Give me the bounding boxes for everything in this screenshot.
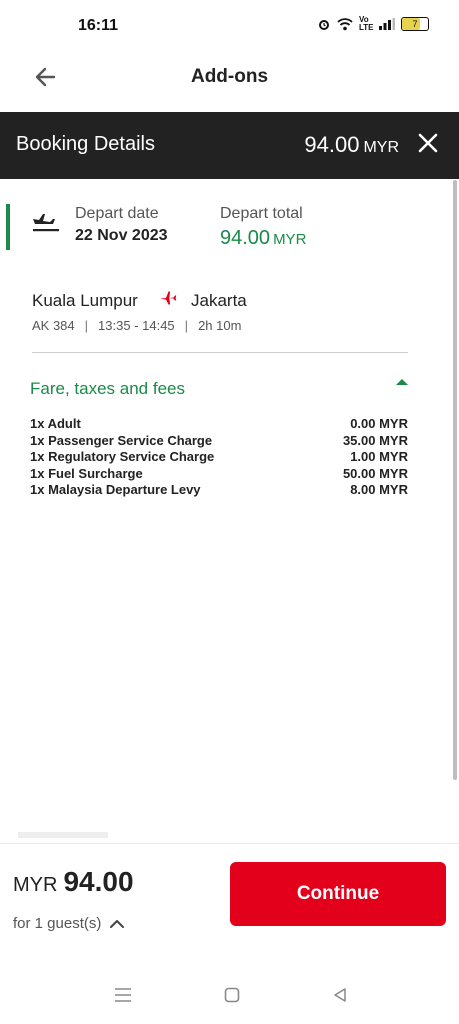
meta-separator: |: [84, 318, 89, 333]
footer-total: MYR 94.00: [13, 866, 134, 898]
fee-list: 1x Adult 0.00 MYR 1x Passenger Service C…: [30, 416, 408, 499]
fee-amount: 1.00 MYR: [350, 449, 408, 465]
footer-currency: MYR: [13, 874, 58, 896]
battery-icon: 7: [401, 17, 429, 31]
depart-total-currency: MYR: [273, 231, 307, 248]
fee-row: 1x Passenger Service Charge 35.00 MYR: [30, 433, 408, 450]
fee-label: 1x Fuel Surcharge: [30, 465, 143, 481]
origin-city: Kuala Lumpur: [32, 291, 138, 310]
continue-button[interactable]: Continue: [230, 862, 446, 926]
fee-row: 1x Fuel Surcharge 50.00 MYR: [30, 466, 408, 483]
destination-city: Jakarta: [191, 291, 247, 310]
fee-amount: 0.00 MYR: [350, 416, 408, 431]
depart-date-label: Depart date: [75, 205, 159, 222]
nav-home-icon[interactable]: [224, 987, 240, 1003]
meta-separator: |: [184, 318, 189, 333]
booking-details-title: Booking Details: [16, 133, 155, 155]
fee-row: 1x Malaysia Departure Levy 8.00 MYR: [30, 482, 408, 499]
alarm-icon: [319, 20, 329, 30]
signal-icon: [379, 18, 395, 30]
chevron-up-icon[interactable]: [109, 919, 125, 929]
fee-row: 1x Adult 0.00 MYR: [30, 416, 408, 433]
status-icons: Vo LTE 7: [317, 16, 429, 32]
footer-amount: 94.00: [63, 866, 134, 897]
depart-date-value: 22 Nov 2023: [75, 227, 168, 244]
volte-icon: Vo LTE: [359, 15, 374, 32]
fee-row: 1x Regulatory Service Charge 1.00 MYR: [30, 449, 408, 466]
nav-back-icon[interactable]: [332, 987, 348, 1003]
fees-section-title[interactable]: Fare, taxes and fees: [30, 379, 185, 399]
flight-times: 13:35 - 14:45: [98, 318, 175, 333]
wifi-icon: [337, 17, 353, 30]
booking-details-bar: Booking Details 94.00 MYR: [0, 112, 459, 179]
depart-total-value: 94.00 MYR: [220, 227, 306, 250]
plane-departure-icon: [33, 214, 59, 232]
guest-count-label: for 1 guest(s): [13, 915, 102, 932]
booking-total: 94.00 MYR: [304, 132, 399, 158]
depart-total-amount: 94.00: [220, 227, 271, 249]
fee-label: 1x Malaysia Departure Levy: [30, 482, 201, 498]
close-icon[interactable]: [415, 130, 441, 156]
guest-count[interactable]: for 1 guest(s): [13, 915, 125, 932]
fee-amount: 50.00 MYR: [342, 465, 408, 481]
nav-menu-icon[interactable]: [114, 987, 132, 1003]
booking-total-amount: 94.00: [304, 132, 360, 157]
page-title: Add-ons: [190, 66, 269, 87]
airplane-icon: [160, 291, 177, 305]
fee-label: 1x Passenger Service Charge: [30, 432, 213, 448]
depart-total-label: Depart total: [220, 205, 303, 222]
caret-up-icon[interactable]: [393, 376, 411, 388]
faded-content: [18, 832, 108, 838]
flight-number: AK 384: [32, 318, 75, 333]
fee-amount: 8.00 MYR: [350, 482, 408, 498]
flight-duration: 2h 10m: [198, 318, 242, 333]
divider: [32, 352, 408, 353]
depart-indicator: [6, 204, 10, 250]
status-time: 16:11: [78, 17, 119, 34]
scrollbar[interactable]: [453, 180, 457, 780]
fee-label: 1x Adult: [30, 416, 81, 431]
fee-amount: 35.00 MYR: [342, 432, 408, 448]
fee-label: 1x Regulatory Service Charge: [30, 449, 215, 465]
booking-total-currency: MYR: [363, 139, 399, 156]
flight-meta: AK 384 | 13:35 - 14:45 | 2h 10m: [32, 318, 241, 333]
